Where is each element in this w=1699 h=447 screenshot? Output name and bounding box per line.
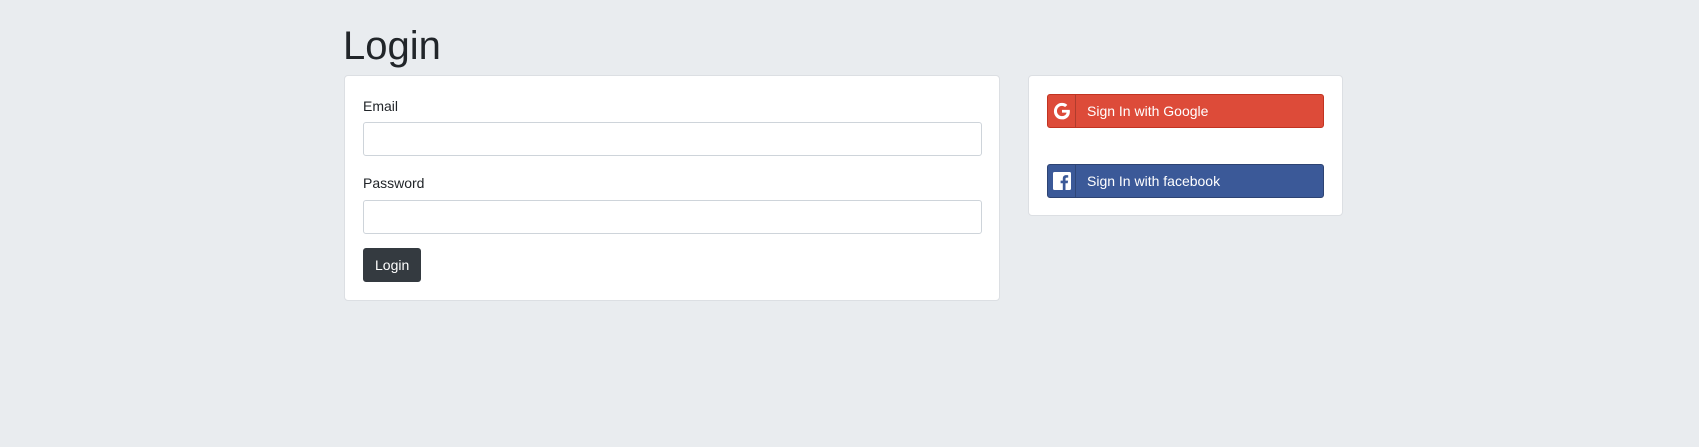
login-page: Login Email Password Login Sign In with … xyxy=(0,0,1699,447)
social-login-card: Sign In with Google Sign In with faceboo… xyxy=(1028,75,1343,216)
page-title: Login xyxy=(343,24,441,68)
facebook-sign-in-button[interactable]: Sign In with facebook xyxy=(1047,164,1324,198)
email-label: Email xyxy=(363,98,399,114)
login-button[interactable]: Login xyxy=(363,248,422,282)
google-icon xyxy=(1048,95,1076,127)
login-form-card: Email Password Login xyxy=(344,75,1000,301)
google-sign-in-label: Sign In with Google xyxy=(1087,103,1209,119)
email-field[interactable] xyxy=(363,122,982,156)
facebook-icon xyxy=(1048,165,1076,197)
password-field[interactable] xyxy=(363,200,982,234)
password-label: Password xyxy=(363,175,425,191)
facebook-sign-in-label: Sign In with facebook xyxy=(1087,173,1221,189)
google-sign-in-button[interactable]: Sign In with Google xyxy=(1047,94,1324,128)
